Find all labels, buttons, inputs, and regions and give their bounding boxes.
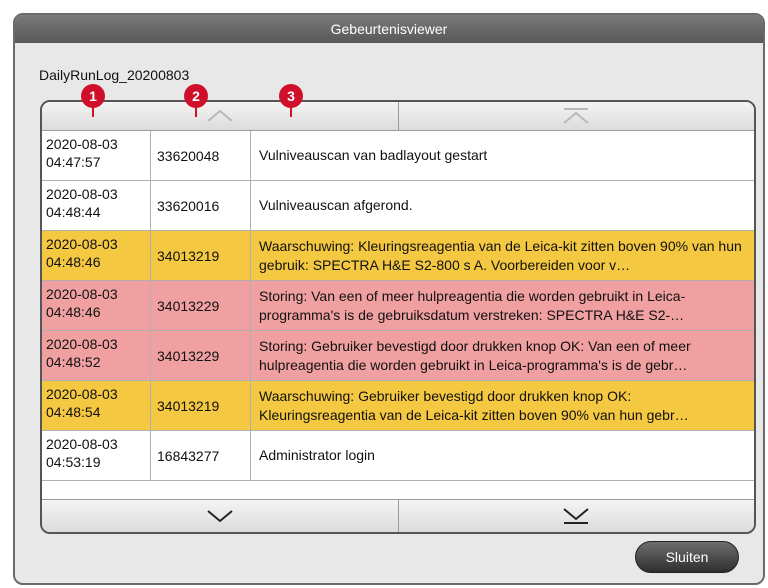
chevron-down-icon [207, 510, 233, 523]
event-time: 04:48:52 [46, 354, 101, 370]
event-message-cell: Waarschuwing: Kleuringsreagentia van de … [251, 231, 754, 280]
event-timestamp: 2020-08-03 04:47:57 [42, 131, 151, 180]
event-row[interactable]: 2020-08-03 04:48:54 34013219 Waarschuwing: … [42, 381, 754, 431]
event-time: 04:48:54 [46, 404, 101, 420]
event-id: 34013219 [151, 231, 251, 280]
event-message-cell: Vulniveauscan afgerond. [251, 181, 754, 230]
event-id: 34013229 [151, 331, 251, 380]
event-id: 34013219 [151, 381, 251, 430]
event-timestamp: 2020-08-03 04:48:52 [42, 331, 151, 380]
event-viewer-dialog: Gebeurtenisviewer DailyRunLog_20200803 2… [13, 13, 765, 585]
event-time: 04:48:44 [46, 204, 101, 220]
event-message-cell: Storing: Van een of meer hulpreagentia d… [251, 281, 754, 330]
event-row[interactable]: 2020-08-03 04:48:46 34013219 Waarschuwing: … [42, 231, 754, 281]
scroll-top-icon [563, 108, 589, 124]
scroll-down-button[interactable] [42, 500, 398, 532]
event-message: Vulniveauscan van badlayout gestart [259, 147, 488, 163]
scroll-bottom-icon [563, 508, 589, 524]
dialog-title: Gebeurtenisviewer [15, 15, 763, 43]
event-timestamp: 2020-08-03 04:48:44 [42, 181, 151, 230]
event-date: 2020-08-03 [46, 136, 118, 152]
event-row[interactable]: 2020-08-03 04:48:52 34013229 Storing: Gebru… [42, 331, 754, 381]
event-time: 04:47:57 [46, 154, 101, 170]
bottom-scroll-bar [42, 499, 754, 532]
callout-label-3: 3 [287, 88, 295, 104]
event-id: 16843277 [151, 431, 251, 480]
event-timestamp: 2020-08-03 04:53:19 [42, 431, 151, 480]
event-timestamp: 2020-08-03 04:48:46 [42, 281, 151, 330]
event-date: 2020-08-03 [46, 386, 118, 402]
event-time: 04:48:46 [46, 254, 101, 270]
top-scroll-bar [42, 102, 754, 131]
event-list-panel: 2020-08-03 04:47:57 33620048 Vulniveauscan … [40, 100, 756, 534]
event-row[interactable]: 2020-08-03 04:47:57 33620048 Vulniveauscan … [42, 131, 754, 181]
callout-marker-3: 3 [279, 84, 303, 117]
event-message-cell: Vulniveauscan van badlayout gestart [251, 131, 754, 180]
event-message: Storing: Van een of meer hulpreagentia d… [259, 287, 686, 323]
event-message: Administrator login [259, 447, 375, 463]
event-message: Waarschuwing: Gebruiker bevestigd door d… [259, 387, 689, 423]
callout-label-2: 2 [192, 88, 200, 104]
event-message-cell: Storing: Gebruiker bevestigd door drukke… [251, 331, 754, 380]
event-rows: 2020-08-03 04:47:57 33620048 Vulniveauscan … [42, 131, 754, 481]
event-message: Vulniveauscan afgerond. [259, 197, 413, 213]
event-date: 2020-08-03 [46, 186, 118, 202]
event-message-cell: Waarschuwing: Gebruiker bevestigd door d… [251, 381, 754, 430]
event-id: 33620016 [151, 181, 251, 230]
close-button[interactable]: Sluiten [635, 541, 739, 573]
event-row[interactable]: 2020-08-03 04:48:46 34013229 Storing: Van e… [42, 281, 754, 331]
event-row[interactable]: 2020-08-03 04:53:19 16843277 Administrator … [42, 431, 754, 481]
event-timestamp: 2020-08-03 04:48:54 [42, 381, 151, 430]
event-date: 2020-08-03 [46, 286, 118, 302]
event-time: 04:48:46 [46, 304, 101, 320]
log-file-name: DailyRunLog_20200803 [39, 67, 190, 83]
event-message-cell: Administrator login [251, 431, 754, 480]
event-message: Waarschuwing: Kleuringsreagentia van de … [259, 237, 742, 273]
scroll-to-bottom-button[interactable] [397, 500, 755, 532]
event-date: 2020-08-03 [46, 436, 118, 452]
event-row[interactable]: 2020-08-03 04:48:44 33620016 Vulniveauscan … [42, 181, 754, 231]
event-time: 04:53:19 [46, 454, 101, 470]
callout-marker-1: 1 [81, 84, 105, 117]
event-message: Storing: Gebruiker bevestigd door drukke… [259, 337, 691, 373]
chevron-up-icon [207, 109, 233, 122]
callout-label-1: 1 [89, 88, 97, 104]
event-id: 33620048 [151, 131, 251, 180]
scroll-to-top-button[interactable] [397, 102, 755, 130]
event-date: 2020-08-03 [46, 336, 118, 352]
event-date: 2020-08-03 [46, 236, 118, 252]
callout-marker-2: 2 [184, 84, 208, 117]
event-id: 34013229 [151, 281, 251, 330]
event-timestamp: 2020-08-03 04:48:46 [42, 231, 151, 280]
